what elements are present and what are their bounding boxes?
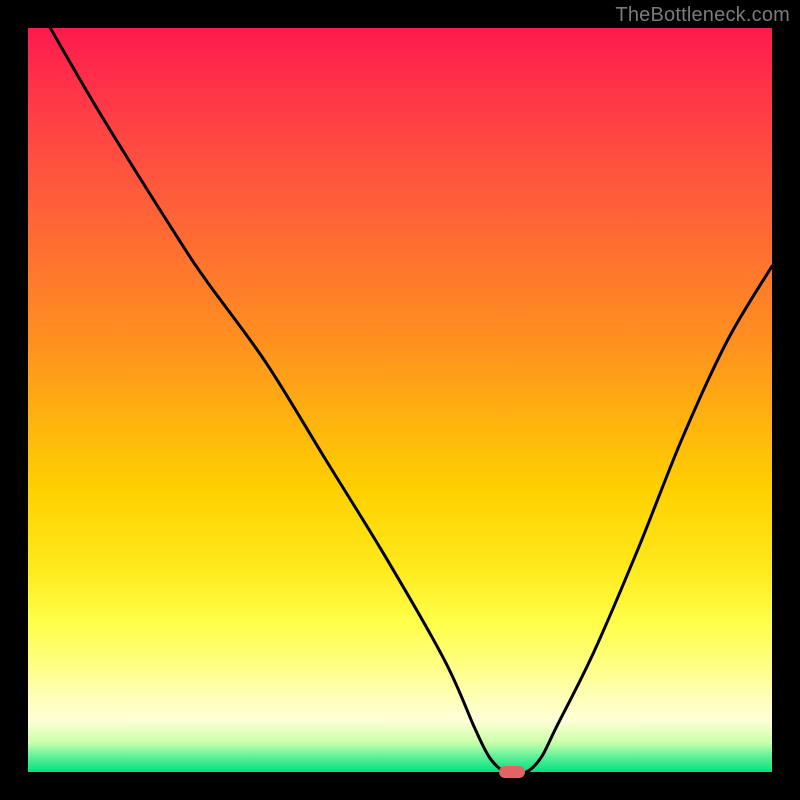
optimal-marker <box>499 766 525 778</box>
plot-area <box>28 28 772 772</box>
watermark-text: TheBottleneck.com <box>615 4 790 27</box>
bottleneck-curve <box>50 28 772 772</box>
curve-layer <box>28 28 772 772</box>
chart-frame: TheBottleneck.com <box>0 0 800 800</box>
